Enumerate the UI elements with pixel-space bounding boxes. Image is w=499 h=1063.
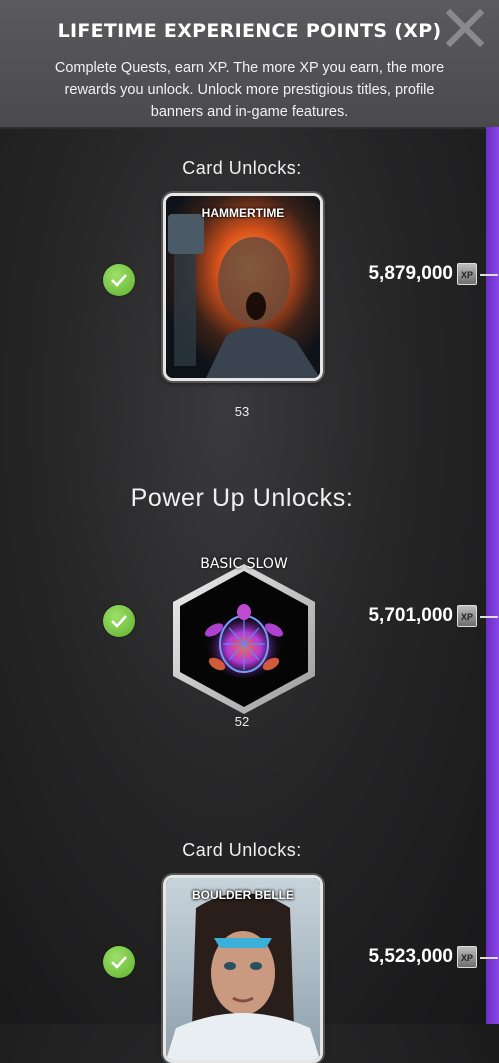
close-button[interactable] — [445, 8, 485, 48]
unlock-level: 52 — [234, 714, 250, 729]
completed-check-icon — [103, 946, 135, 978]
xp-icon: XP — [457, 263, 477, 285]
card-name: BOULDER BELLE — [192, 888, 294, 902]
header-description: Complete Quests, earn XP. The more XP yo… — [54, 60, 445, 120]
power-up-name: BASIC SLOW — [200, 556, 288, 572]
card-boulder-belle[interactable]: BOULDER BELLE — [163, 875, 323, 1063]
card-name: HAMMERTIME — [201, 206, 285, 220]
header: LIFETIME EXPERIENCE POINTS (XP) Complete… — [0, 0, 499, 129]
xp-value: 5,879,000 — [368, 263, 453, 284]
power-up-basic-slow[interactable] — [167, 562, 321, 716]
card-art-image — [166, 196, 320, 378]
xp-milestone: 5,701,000 XP — [339, 605, 499, 629]
xp-value: 5,523,000 — [368, 946, 453, 967]
section-title-card-unlocks: Card Unlocks: — [182, 840, 302, 860]
xp-icon: XP — [457, 605, 477, 627]
xp-track-tick — [480, 957, 498, 959]
section-title-power-up-unlocks: Power Up Unlocks: — [130, 484, 354, 512]
xp-icon: XP — [457, 946, 477, 968]
close-icon — [445, 8, 485, 48]
xp-track-tick — [480, 616, 498, 618]
unlock-level: 53 — [234, 404, 250, 419]
xp-track-tick — [480, 274, 498, 276]
xp-value: 5,701,000 — [368, 605, 453, 626]
section-title-card-unlocks: Card Unlocks: — [182, 158, 302, 178]
completed-check-icon — [103, 605, 135, 637]
completed-check-icon — [103, 264, 135, 296]
card-art-image — [166, 878, 320, 1060]
xp-milestone: 5,523,000 XP — [339, 946, 499, 970]
page-title: LIFETIME EXPERIENCE POINTS (XP) — [57, 20, 442, 42]
xp-progress-track — [486, 127, 499, 1024]
xp-milestone: 5,879,000 XP — [339, 263, 499, 287]
card-hammertime[interactable]: HAMMERTIME — [163, 193, 323, 381]
